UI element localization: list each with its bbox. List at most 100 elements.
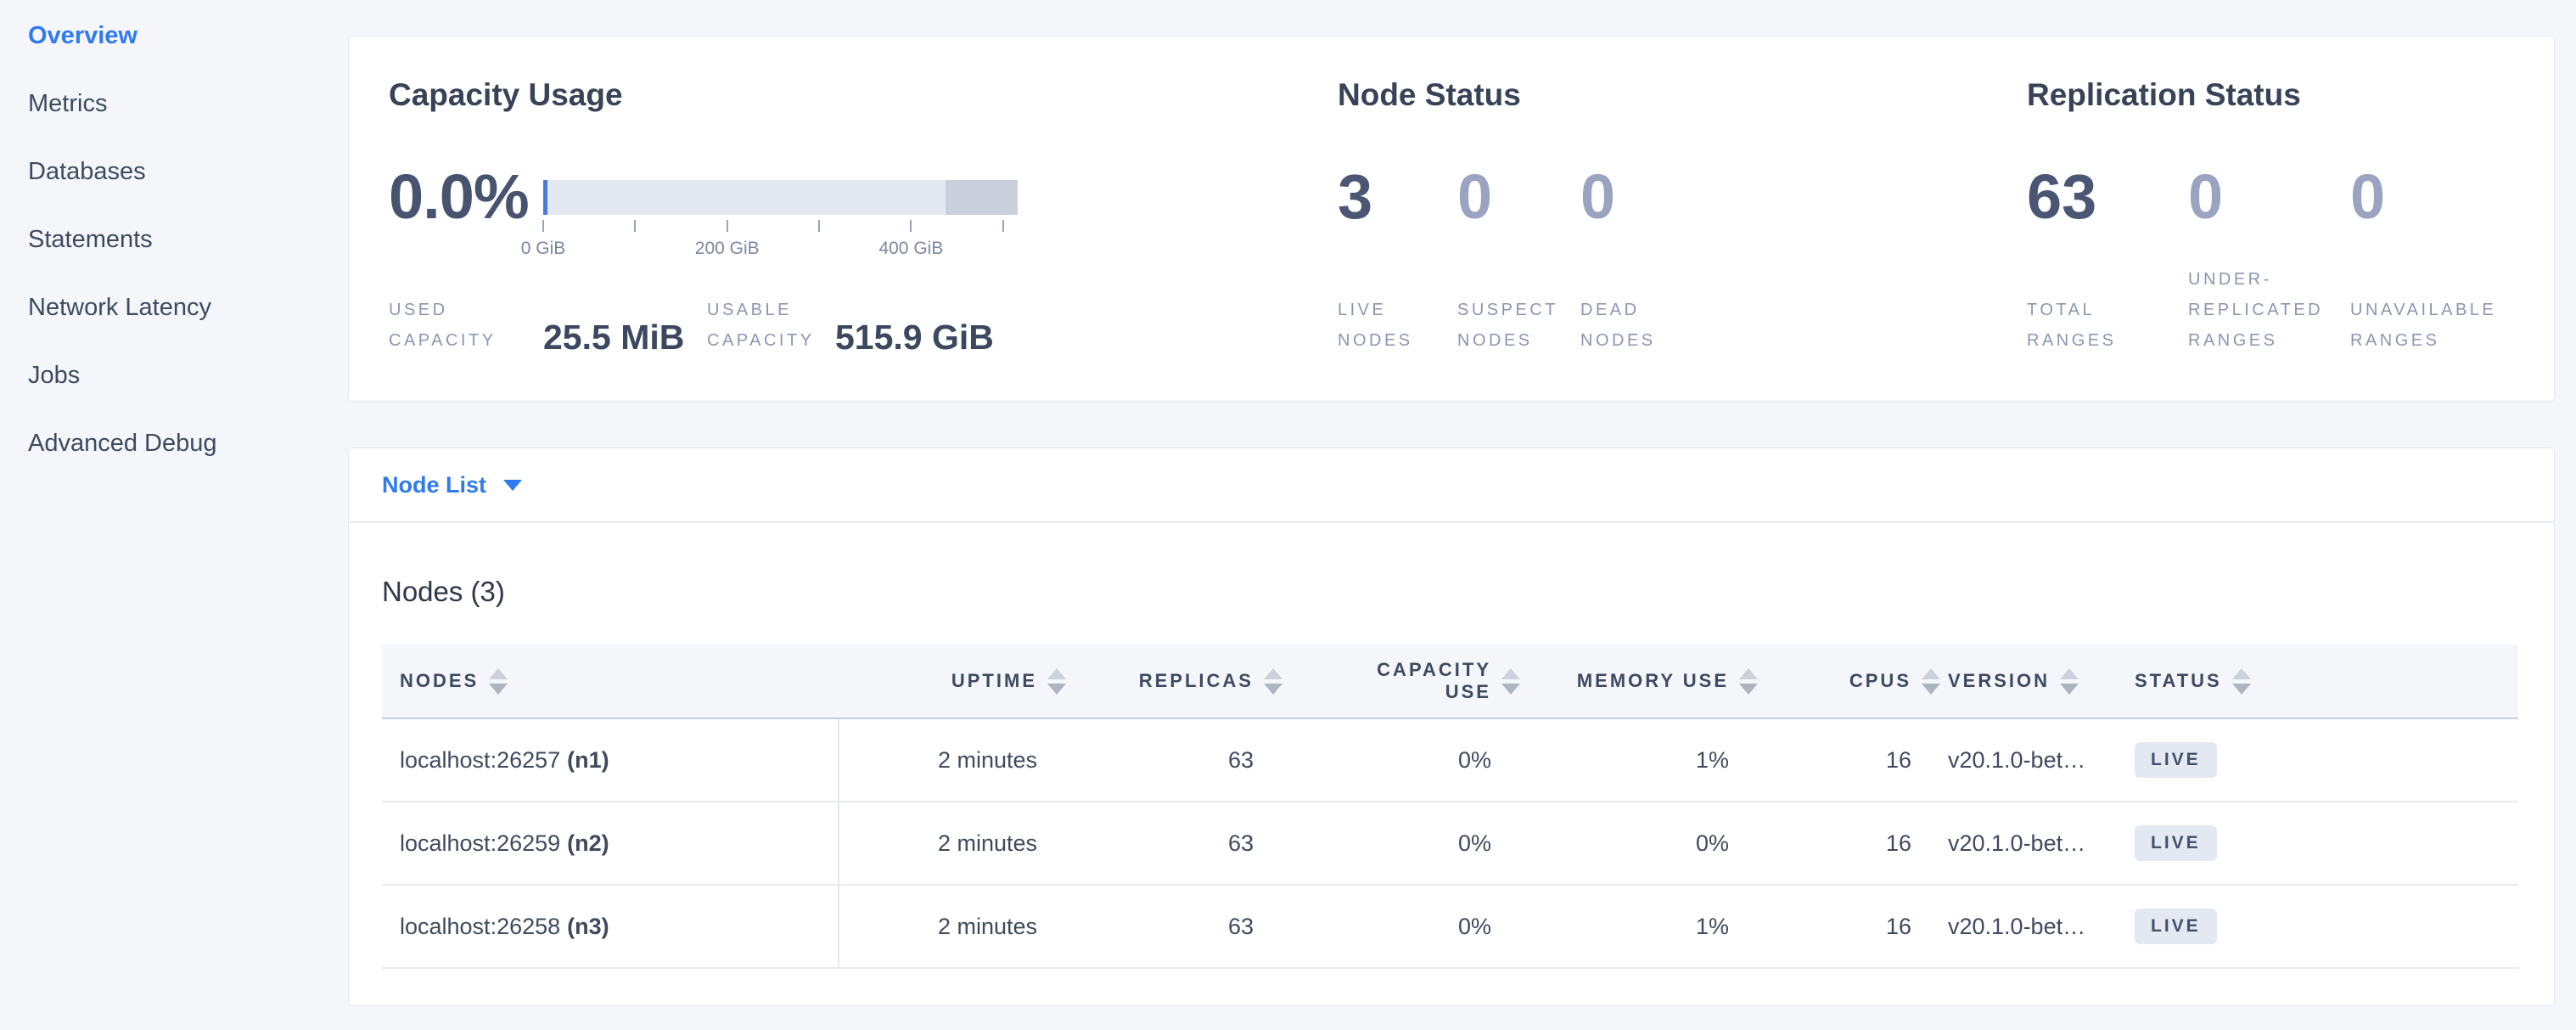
table-header-row: NODES UPTIME REPLICAS: [382, 644, 2518, 718]
capacity-usage-section: Capacity Usage 0.0% 0 GiB200 GiB400 GiB …: [389, 79, 1338, 401]
column-header-uptime[interactable]: UPTIME: [839, 644, 1066, 718]
sort-carets-icon: [1047, 668, 1066, 695]
used-capacity-label-line2: CAPACITY: [389, 325, 543, 356]
total-ranges-stat: 63 TOTAL RANGES: [2027, 166, 2188, 356]
usable-capacity-value: 515.9 GiB: [835, 318, 994, 356]
sidebar-item-overview[interactable]: Overview: [28, 23, 348, 48]
uptime-cell: 2 minutes: [839, 885, 1066, 968]
table-row[interactable]: localhost:26259(n2) 2 minutes 63 0% 0% 1…: [382, 802, 2518, 885]
replication-status-section: Replication Status 63 TOTAL RANGES 0 U: [2027, 79, 2554, 401]
suspect-nodes-count: 0: [1457, 166, 1580, 228]
memory-use-cell: 0%: [1520, 802, 1758, 885]
node-address-cell[interactable]: localhost:26259(n2): [382, 802, 839, 885]
sidebar-item-metrics[interactable]: Metrics: [28, 91, 348, 116]
gauge-tick-label: 200 GiB: [695, 239, 760, 259]
column-header-version[interactable]: VERSION: [1940, 644, 2123, 718]
sidebar-item-network-latency[interactable]: Network Latency: [28, 295, 348, 320]
replicas-cell: 63: [1066, 885, 1282, 968]
suspect-nodes-label: SUSPECT NODES: [1457, 262, 1580, 356]
node-list-card: Node List Nodes (3) NODES: [348, 447, 2555, 1006]
sort-carets-icon: [1922, 668, 1940, 695]
gauge-tick: [910, 220, 912, 232]
cpus-cell: 16: [1758, 885, 1940, 968]
table-row[interactable]: localhost:26258(n3) 2 minutes 63 0% 1% 1…: [382, 885, 2518, 968]
unavailable-ranges-label: UNAVAILABLE RANGES: [2350, 262, 2496, 356]
capacity-gauge-reserved-segment: [946, 180, 1018, 215]
sort-carets-icon: [1501, 668, 1520, 695]
capacity-usage-title: Capacity Usage: [389, 79, 1338, 110]
gauge-tick: [818, 220, 820, 232]
version-cell: v20.1.0-bet…: [1940, 718, 2123, 802]
main-content: Capacity Usage 0.0% 0 GiB200 GiB400 GiB …: [348, 0, 2576, 1030]
usable-capacity-label: USABLE CAPACITY: [707, 295, 835, 356]
replicas-cell: 63: [1066, 718, 1282, 802]
node-status-section: Node Status 3 LIVE NODES 0 SUSPECT NODE: [1338, 79, 2027, 401]
memory-use-cell: 1%: [1520, 885, 1758, 968]
gauge-tick: [634, 220, 636, 232]
replication-stats: 63 TOTAL RANGES 0 UNDER- REPLICATED RANG…: [2027, 166, 2554, 356]
table-row[interactable]: localhost:26257(n1) 2 minutes 63 0% 1% 1…: [382, 718, 2518, 802]
used-capacity-value: 25.5 MiB: [543, 318, 707, 356]
live-nodes-label: LIVE NODES: [1338, 262, 1457, 356]
memory-use-cell: 1%: [1520, 718, 1758, 802]
column-header-memory-use[interactable]: MEMORY USE: [1520, 644, 1758, 718]
status-cell: LIVE: [2123, 802, 2518, 885]
status-badge: LIVE: [2135, 742, 2217, 778]
dead-nodes-count: 0: [1580, 166, 1656, 228]
under-replicated-ranges-stat: 0 UNDER- REPLICATED RANGES: [2188, 166, 2350, 356]
usable-capacity-label-line2: CAPACITY: [707, 325, 835, 356]
status-cell: LIVE: [2123, 885, 2518, 968]
dead-nodes-label: DEAD NODES: [1580, 262, 1656, 356]
unavailable-ranges-stat: 0 UNAVAILABLE RANGES: [2350, 166, 2496, 356]
live-nodes-stat: 3 LIVE NODES: [1338, 166, 1457, 356]
uptime-cell: 2 minutes: [839, 802, 1066, 885]
caret-down-icon: [503, 480, 522, 491]
capacity-use-cell: 0%: [1282, 802, 1520, 885]
sort-carets-icon: [1739, 668, 1758, 695]
node-list-dropdown[interactable]: Node List: [382, 472, 522, 498]
sidebar-item-advanced-debug[interactable]: Advanced Debug: [28, 431, 348, 456]
under-replicated-ranges-label: UNDER- REPLICATED RANGES: [2188, 262, 2350, 356]
gauge-tick-label: 0 GiB: [521, 239, 566, 259]
suspect-nodes-stat: 0 SUSPECT NODES: [1457, 166, 1580, 356]
version-cell: v20.1.0-bet…: [1940, 802, 2123, 885]
version-cell: v20.1.0-bet…: [1940, 885, 2123, 968]
column-header-nodes[interactable]: NODES: [382, 644, 839, 718]
status-badge: LIVE: [2135, 909, 2217, 944]
used-capacity-label: USED CAPACITY: [389, 295, 543, 356]
total-ranges-label: TOTAL RANGES: [2027, 262, 2188, 356]
gauge-tick: [1002, 220, 1004, 232]
capacity-gauge-tick-labels: 0 GiB200 GiB400 GiB: [543, 239, 1018, 259]
gauge-tick-label: 400 GiB: [878, 239, 943, 259]
sidebar-item-databases[interactable]: Databases: [28, 159, 348, 184]
column-header-cpus[interactable]: CPUS: [1758, 644, 1940, 718]
node-status-stats: 3 LIVE NODES 0 SUSPECT NODES: [1338, 166, 2027, 356]
view-selector-row: Node List: [349, 448, 2554, 523]
sidebar-item-jobs[interactable]: Jobs: [28, 363, 348, 388]
dead-nodes-stat: 0 DEAD NODES: [1580, 166, 1656, 356]
node-list-dropdown-label: Node List: [382, 472, 486, 498]
sort-carets-icon: [1264, 668, 1282, 695]
capacity-stats-row: USED CAPACITY 25.5 MiB USABLE CAPACITY 5…: [389, 295, 1338, 356]
sidebar: Overview Metrics Databases Statements Ne…: [0, 0, 348, 1030]
status-cell: LIVE: [2123, 718, 2518, 802]
page: Overview Metrics Databases Statements Ne…: [0, 0, 2576, 1030]
column-header-status[interactable]: STATUS: [2123, 644, 2518, 718]
sort-carets-icon: [2232, 668, 2251, 695]
sort-carets-icon: [489, 668, 508, 695]
replicas-cell: 63: [1066, 802, 1282, 885]
column-header-capacity-use[interactable]: CAPACITYUSE: [1282, 644, 1520, 718]
column-header-replicas[interactable]: REPLICAS: [1066, 644, 1282, 718]
under-replicated-ranges-count: 0: [2188, 166, 2350, 228]
capacity-gauge-used-segment: [543, 180, 547, 215]
sidebar-item-statements[interactable]: Statements: [28, 227, 348, 252]
capacity-use-cell: 0%: [1282, 718, 1520, 802]
usable-capacity-label-line1: USABLE: [707, 295, 835, 325]
status-badge: LIVE: [2135, 825, 2217, 861]
capacity-gauge-ticks: [543, 220, 1018, 232]
capacity-use-cell: 0%: [1282, 885, 1520, 968]
node-address-cell[interactable]: localhost:26257(n1): [382, 718, 839, 802]
sort-carets-icon: [2060, 668, 2079, 695]
node-address-cell[interactable]: localhost:26258(n3): [382, 885, 839, 968]
uptime-cell: 2 minutes: [839, 718, 1066, 802]
